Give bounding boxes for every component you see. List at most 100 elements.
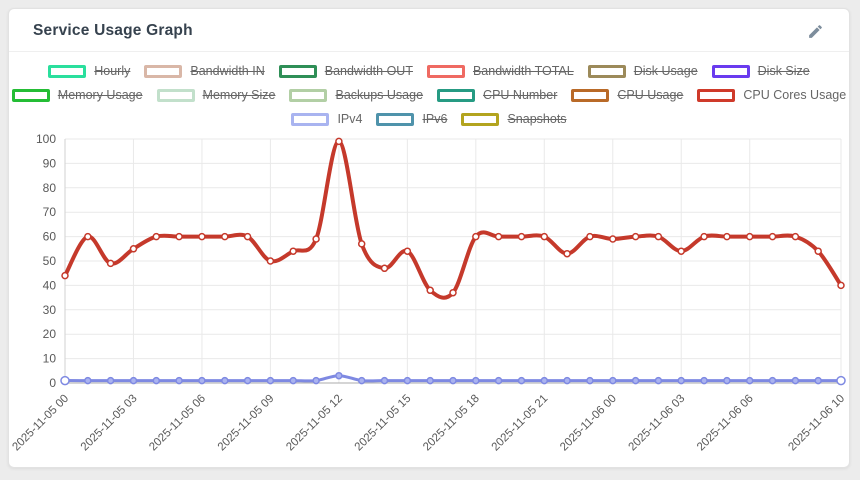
data-point[interactable]: [633, 234, 639, 240]
data-point[interactable]: [655, 234, 661, 240]
data-point[interactable]: [450, 290, 456, 296]
data-point[interactable]: [404, 248, 410, 254]
svg-text:60: 60: [43, 230, 57, 244]
legend-item-ipv4[interactable]: IPv4: [291, 113, 362, 126]
data-point[interactable]: [541, 378, 547, 384]
data-point[interactable]: [519, 234, 525, 240]
data-point[interactable]: [359, 378, 365, 384]
data-point[interactable]: [633, 378, 639, 384]
legend-item-label: CPU Cores Usage: [743, 89, 846, 102]
data-point[interactable]: [131, 378, 137, 384]
legend-item-backups-usage[interactable]: Backups Usage: [289, 89, 423, 102]
legend-item-snapshots[interactable]: Snapshots: [461, 113, 566, 126]
data-point[interactable]: [153, 234, 159, 240]
data-point[interactable]: [701, 234, 707, 240]
data-point[interactable]: [587, 378, 593, 384]
data-point[interactable]: [747, 234, 753, 240]
legend-item-memory-size[interactable]: Memory Size: [157, 89, 276, 102]
data-point[interactable]: [564, 378, 570, 384]
data-point[interactable]: [838, 282, 844, 288]
legend-item-label: Bandwidth IN: [190, 65, 264, 78]
page-title: Service Usage Graph: [33, 22, 193, 40]
legend-item-cpu-usage[interactable]: CPU Usage: [571, 89, 683, 102]
legend-item-label: Backups Usage: [335, 89, 423, 102]
data-point[interactable]: [770, 234, 776, 240]
data-point[interactable]: [747, 378, 753, 384]
legend-item-disk-size[interactable]: Disk Size: [712, 65, 810, 78]
data-point[interactable]: [313, 236, 319, 242]
data-point[interactable]: [564, 251, 570, 257]
data-point[interactable]: [770, 378, 776, 384]
data-point[interactable]: [108, 260, 114, 266]
usage-chart[interactable]: 01020304050607080901002025-11-05 002025-…: [9, 131, 851, 465]
svg-text:2025-11-05 09: 2025-11-05 09: [216, 393, 277, 454]
data-point[interactable]: [473, 234, 479, 240]
data-point[interactable]: [222, 378, 228, 384]
data-point[interactable]: [678, 378, 684, 384]
data-point[interactable]: [404, 378, 410, 384]
data-point[interactable]: [450, 378, 456, 384]
data-point[interactable]: [610, 378, 616, 384]
data-point[interactable]: [724, 378, 730, 384]
svg-text:0: 0: [49, 376, 56, 390]
data-point[interactable]: [678, 248, 684, 254]
data-point[interactable]: [153, 378, 159, 384]
svg-text:100: 100: [36, 132, 56, 146]
legend-item-disk-usage[interactable]: Disk Usage: [588, 65, 698, 78]
edit-button[interactable]: [805, 21, 825, 41]
legend-item-bandwidth-out[interactable]: Bandwidth OUT: [279, 65, 413, 78]
data-point[interactable]: [222, 234, 228, 240]
data-point[interactable]: [792, 378, 798, 384]
legend-item-cpu-cores-usage[interactable]: CPU Cores Usage: [697, 89, 846, 102]
data-point[interactable]: [382, 378, 388, 384]
legend-item-bandwidth-in[interactable]: Bandwidth IN: [144, 65, 264, 78]
data-point[interactable]: [267, 378, 273, 384]
data-point[interactable]: [199, 378, 205, 384]
legend-swatch: [697, 89, 735, 102]
legend-item-label: Bandwidth TOTAL: [473, 65, 574, 78]
legend-item-bandwidth-total[interactable]: Bandwidth TOTAL: [427, 65, 574, 78]
data-point[interactable]: [382, 265, 388, 271]
data-point[interactable]: [587, 234, 593, 240]
data-point[interactable]: [427, 378, 433, 384]
legend-item-cpu-number[interactable]: CPU Number: [437, 89, 557, 102]
data-point[interactable]: [359, 241, 365, 247]
data-point[interactable]: [290, 378, 296, 384]
legend-item-hourly[interactable]: Hourly: [48, 65, 130, 78]
data-point[interactable]: [837, 377, 845, 385]
data-point[interactable]: [245, 234, 251, 240]
data-point[interactable]: [701, 378, 707, 384]
data-point[interactable]: [108, 378, 114, 384]
legend-item-ipv6[interactable]: IPv6: [376, 113, 447, 126]
data-point[interactable]: [724, 234, 730, 240]
data-point[interactable]: [131, 246, 137, 252]
data-point[interactable]: [85, 234, 91, 240]
data-point[interactable]: [496, 234, 502, 240]
data-point[interactable]: [610, 236, 616, 242]
data-point[interactable]: [290, 248, 296, 254]
data-point[interactable]: [245, 378, 251, 384]
legend-item-label: Memory Size: [203, 89, 276, 102]
legend-item-memory-usage[interactable]: Memory Usage: [12, 89, 143, 102]
data-point[interactable]: [62, 273, 68, 279]
data-point[interactable]: [815, 378, 821, 384]
data-point[interactable]: [496, 378, 502, 384]
data-point[interactable]: [541, 234, 547, 240]
data-point[interactable]: [199, 234, 205, 240]
legend-item-label: Disk Size: [758, 65, 810, 78]
data-point[interactable]: [176, 234, 182, 240]
data-point[interactable]: [792, 234, 798, 240]
data-point[interactable]: [267, 258, 273, 264]
data-point[interactable]: [176, 378, 182, 384]
data-point[interactable]: [815, 248, 821, 254]
data-point[interactable]: [313, 378, 319, 384]
data-point[interactable]: [473, 378, 479, 384]
svg-text:2025-11-05 18: 2025-11-05 18: [421, 393, 482, 454]
data-point[interactable]: [655, 378, 661, 384]
data-point[interactable]: [61, 377, 69, 385]
data-point[interactable]: [336, 373, 342, 379]
data-point[interactable]: [427, 287, 433, 293]
data-point[interactable]: [336, 138, 342, 144]
data-point[interactable]: [85, 378, 91, 384]
data-point[interactable]: [519, 378, 525, 384]
